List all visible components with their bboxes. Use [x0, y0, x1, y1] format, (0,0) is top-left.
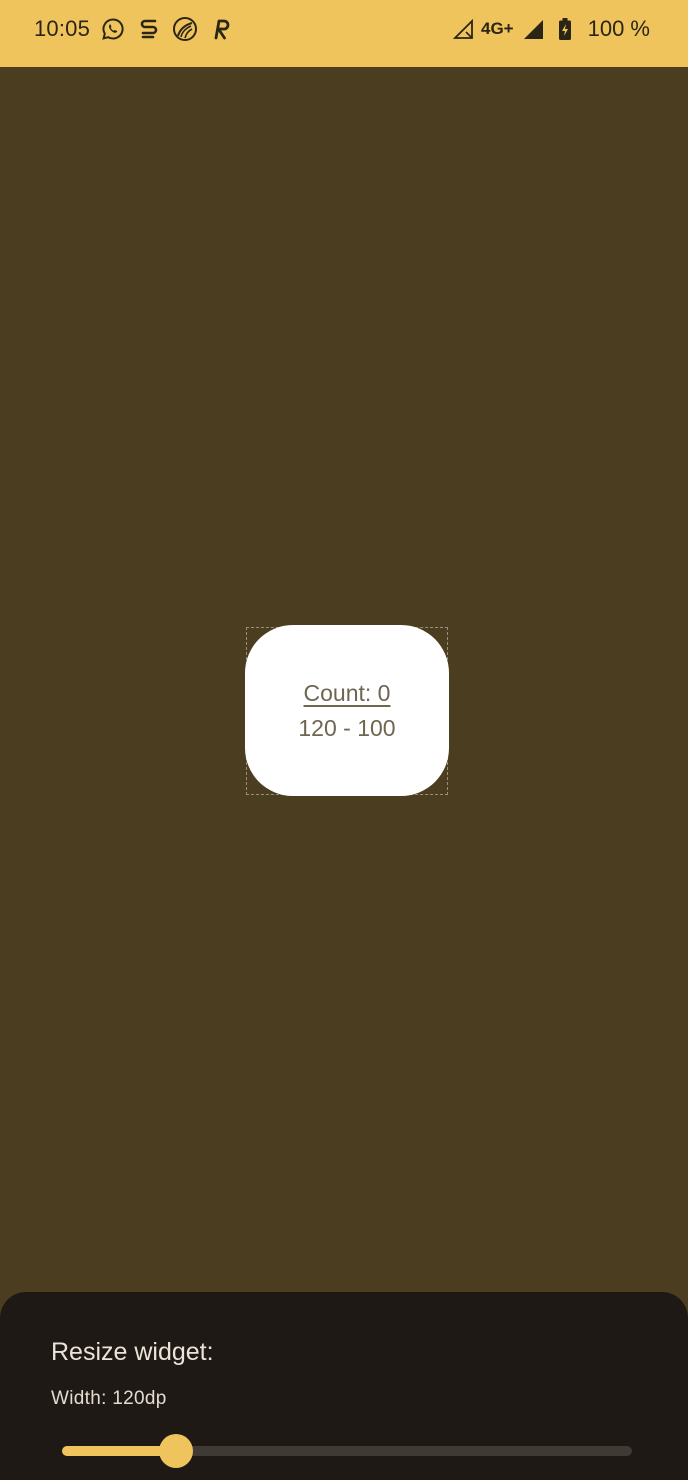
r-app-icon: [208, 16, 234, 42]
battery-charging-icon: [552, 16, 578, 42]
status-time: 10:05: [34, 16, 91, 41]
status-bar: 10:05 4G+ 100 %: [0, 0, 688, 67]
counter-widget[interactable]: Count: 0 120 - 100: [245, 625, 449, 796]
resize-bottom-sheet: Resize widget: Width: 120dp: [0, 1292, 688, 1480]
whatsapp-icon: [100, 16, 126, 42]
count-link[interactable]: Count: 0: [304, 680, 391, 707]
width-slider[interactable]: [62, 1434, 632, 1468]
wifi-signal-icon: [451, 16, 477, 42]
network-type-label: 4G+: [481, 19, 514, 38]
s-app-icon: [136, 16, 162, 42]
slider-thumb[interactable]: [159, 1434, 193, 1468]
leaf-app-icon: [172, 16, 198, 42]
status-right: 4G+ 100 %: [451, 14, 650, 44]
battery-percent: 100 %: [587, 16, 650, 41]
cell-signal-icon: [520, 16, 546, 42]
width-label: Width: 120dp: [51, 1388, 167, 1409]
widget-size-text: 120 - 100: [298, 714, 396, 741]
sheet-title: Resize widget:: [51, 1338, 214, 1366]
status-left: 10:05: [34, 14, 234, 44]
